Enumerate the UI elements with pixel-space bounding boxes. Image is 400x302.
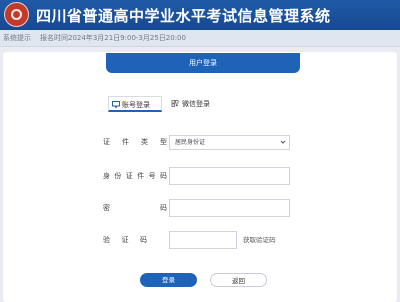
tab-account-login-label: 账号登录 xyxy=(122,101,150,109)
id-type-select[interactable]: 居民身份证 xyxy=(169,135,290,150)
password-row: 密码 xyxy=(3,199,397,217)
password-label: 密码 xyxy=(103,204,167,212)
captcha-row: 验证码 获取验证码 xyxy=(3,231,397,249)
tab-wechat-login[interactable]: 微信登录 xyxy=(170,96,210,112)
tab-account-login[interactable]: 账号登录 xyxy=(108,96,162,112)
id-type-value: 居民身份证 xyxy=(175,139,206,146)
id-type-label: 证件类型 xyxy=(103,138,167,146)
login-tabs: 账号登录 微信登录 xyxy=(106,96,300,113)
app-header: 四川省普通高中学业水平考试信息管理系统 xyxy=(0,0,400,30)
chevron-down-icon xyxy=(280,140,286,144)
page-title: 四川省普通高中学业水平考试信息管理系统 xyxy=(36,7,331,25)
id-type-row: 证件类型 居民身份证 xyxy=(3,134,397,152)
monitor-icon xyxy=(112,101,120,108)
id-number-input[interactable] xyxy=(169,167,290,185)
login-card: 用户登录 账号登录 微信登录 证件类型 居民身份证 身份证件号码 密码 验证码 … xyxy=(3,52,397,302)
captcha-label: 验证码 xyxy=(103,236,147,244)
notice-text: 报名时间2024年3月21日9:00-3月25日20:00 xyxy=(40,34,186,42)
qr-code-icon xyxy=(171,100,179,107)
notice-bar: 系统提示 报名时间2024年3月21日9:00-3月25日20:00 xyxy=(0,30,400,47)
notice-label: 系统提示 xyxy=(3,34,31,42)
get-captcha-link[interactable]: 获取验证码 xyxy=(243,231,276,249)
id-number-label: 身份证件号码 xyxy=(103,172,167,180)
back-button[interactable]: 返回 xyxy=(210,273,267,287)
login-card-title: 用户登录 xyxy=(106,53,300,73)
id-number-row: 身份证件号码 xyxy=(3,167,397,185)
tab-wechat-login-label: 微信登录 xyxy=(182,100,210,108)
password-input[interactable] xyxy=(169,199,290,217)
captcha-input[interactable] xyxy=(169,231,237,249)
login-button[interactable]: 登录 xyxy=(140,273,197,287)
seal-logo-icon xyxy=(4,2,29,27)
